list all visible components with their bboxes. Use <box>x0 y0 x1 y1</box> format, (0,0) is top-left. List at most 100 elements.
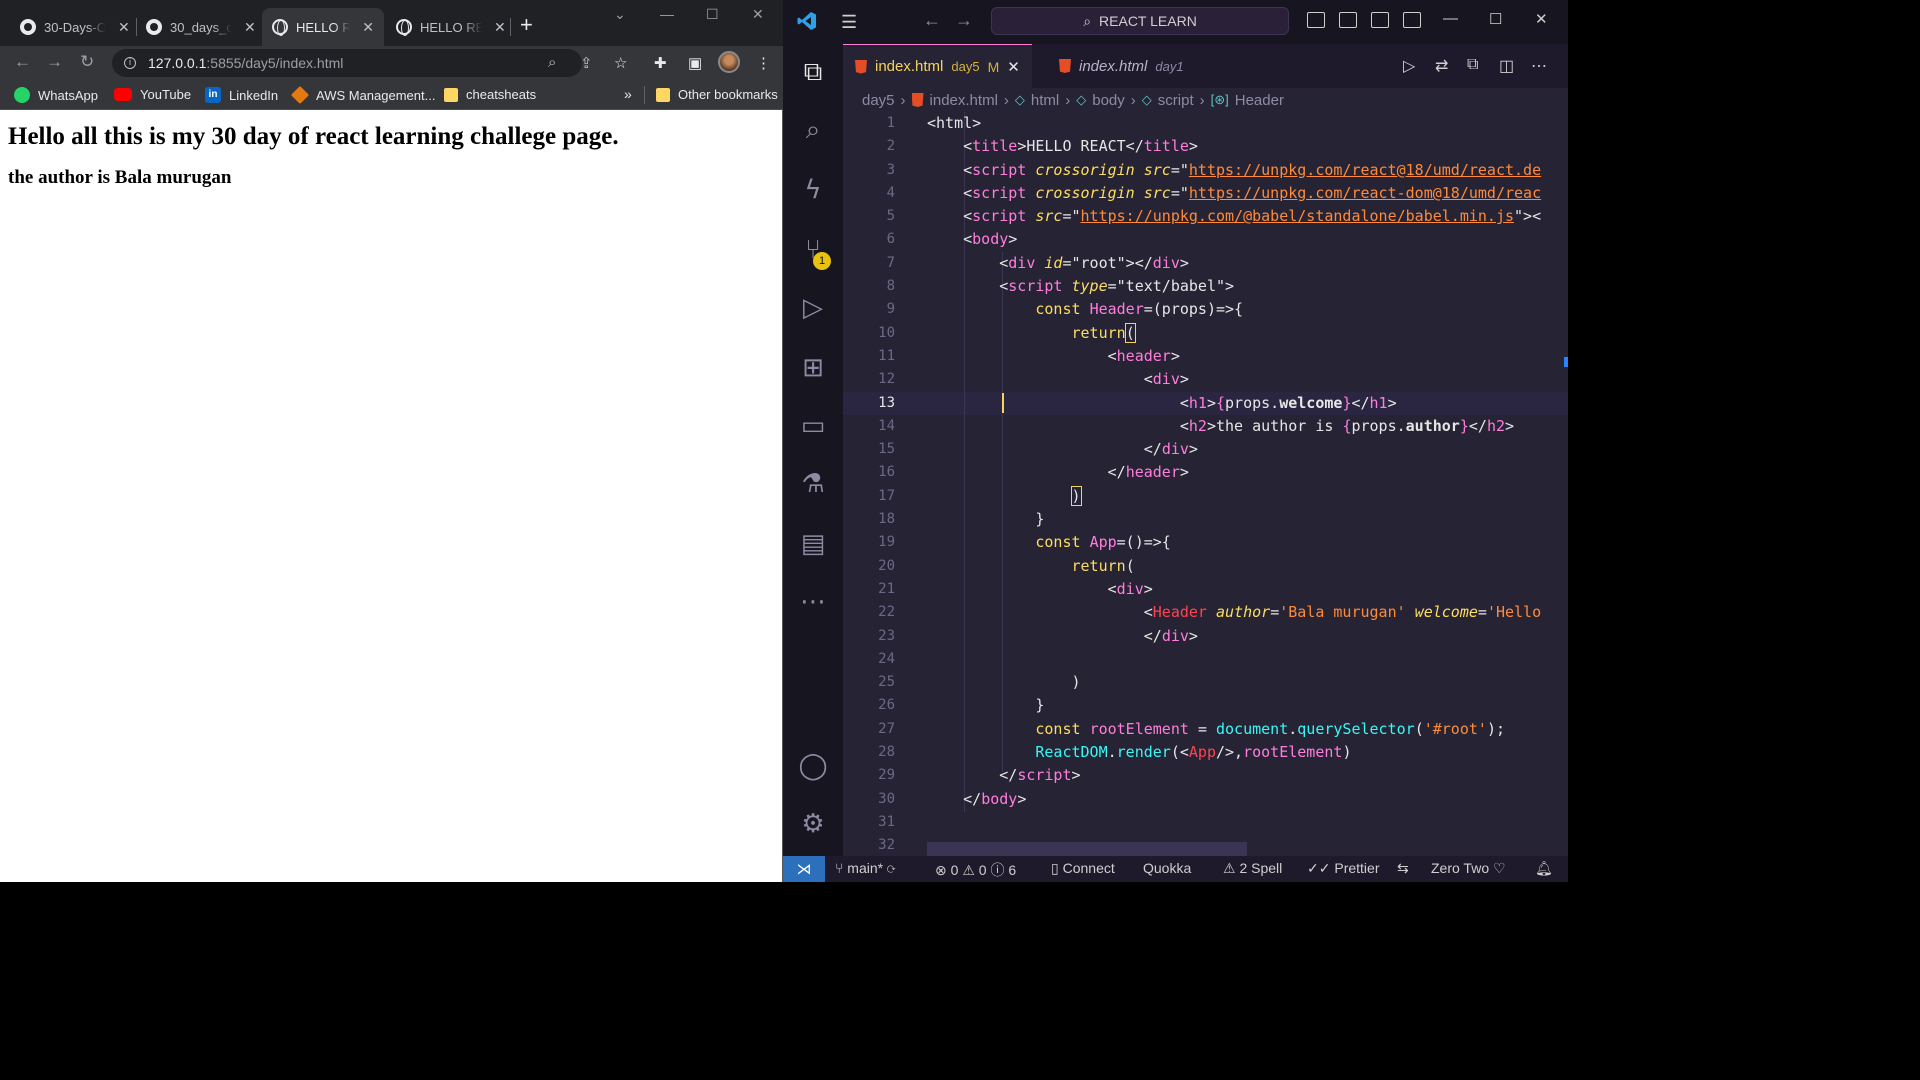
extensions-icon[interactable]: ✚ <box>654 54 667 72</box>
open-preview-icon[interactable]: ⧉ <box>1467 56 1478 74</box>
line-number: 9 <box>886 301 895 318</box>
new-tab-button[interactable]: + <box>520 14 533 36</box>
code-line: </script> <box>999 766 1081 785</box>
live-share-icon[interactable]: ⇆ <box>1397 860 1409 877</box>
info-icon: ⓘ <box>990 862 1005 878</box>
toggle-secondary-sidebar-icon[interactable] <box>1371 12 1389 28</box>
compare-changes-icon[interactable]: ⇄ <box>1435 56 1448 76</box>
remote-indicator-icon[interactable]: ⋊ <box>783 856 825 882</box>
more-actions-icon[interactable]: ⋯ <box>1531 56 1547 76</box>
remote-explorer-icon[interactable]: ▭ <box>797 410 829 442</box>
back-icon[interactable]: ← <box>923 10 941 31</box>
horizontal-scrollbar[interactable] <box>927 842 1247 856</box>
testing-icon[interactable]: ⚗ <box>797 468 829 500</box>
explorer-icon[interactable]: ⧉ <box>797 56 829 88</box>
command-center[interactable]: ⌕ REACT LEARN <box>991 7 1289 35</box>
hamburger-menu-icon[interactable]: ☰ <box>841 12 857 33</box>
search-icon[interactable]: ⌕ <box>797 114 829 146</box>
bookmark-aws[interactable]: AWS Management... <box>290 85 435 105</box>
code-line: } <box>1035 696 1045 715</box>
zoom-icon[interactable]: ⌕ <box>548 54 556 71</box>
folder-icon <box>656 87 670 102</box>
theme-status[interactable]: Zero Two ♡ <box>1431 860 1506 877</box>
breadcrumb-body[interactable]: body <box>1092 92 1125 109</box>
line-number: 27 <box>878 720 895 737</box>
spell-status[interactable]: ⚠ 2 Spell <box>1223 860 1282 877</box>
reload-icon[interactable]: ↻ <box>80 52 94 72</box>
back-icon[interactable]: ← <box>14 52 31 72</box>
close-icon[interactable]: ✕ <box>1007 58 1020 76</box>
run-icon[interactable]: ▷ <box>1403 56 1415 76</box>
tab-filename: index.html <box>1079 57 1148 75</box>
close-window-icon[interactable]: ✕ <box>1535 10 1548 28</box>
whatsapp-icon <box>14 87 30 103</box>
bookmark-cheatsheats[interactable]: cheatsheats <box>444 87 536 102</box>
browser-tabstrip: 30-Days-Of-React ✕ 30_days_of_react ✕ HE… <box>0 0 783 46</box>
maximize-icon[interactable]: ☐ <box>1489 10 1502 28</box>
browser-tab-1[interactable]: 30-Days-Of-React ✕ <box>10 8 140 46</box>
bookmarks-overflow-button[interactable]: » <box>624 86 632 102</box>
bookmark-youtube[interactable]: YouTube <box>114 87 191 102</box>
breadcrumb-file[interactable]: index.html <box>930 92 998 109</box>
toggle-panel-icon[interactable] <box>1339 12 1357 28</box>
minimize-icon[interactable]: — <box>1443 10 1458 27</box>
gear-icon[interactable]: ⚙ <box>797 808 829 840</box>
browser-tab-3-active[interactable]: HELLO REACT ✕ <box>262 8 384 46</box>
minimize-icon[interactable]: — <box>660 6 674 22</box>
tab-index-day5[interactable]: index.html day5 M ✕ <box>843 44 1032 88</box>
html5-icon <box>1059 59 1071 73</box>
bookmark-whatsapp[interactable]: WhatsApp <box>14 87 98 103</box>
breadcrumb-script[interactable]: script <box>1158 92 1194 109</box>
info-icon[interactable]: i <box>124 57 136 69</box>
close-icon[interactable]: ✕ <box>244 19 256 36</box>
split-editor-icon[interactable]: ◫ <box>1499 56 1514 76</box>
accounts-icon[interactable]: ◯ <box>797 750 829 782</box>
code-content[interactable]: <html> <title>HELLO REACT</title> <scrip… <box>927 112 1567 856</box>
maximize-icon[interactable]: ☐ <box>706 6 719 23</box>
code-line: </div> <box>1143 440 1198 459</box>
close-icon[interactable]: ✕ <box>362 19 374 36</box>
symbol-element-icon: ◇ <box>1076 92 1087 107</box>
breadcrumb-html[interactable]: html <box>1031 92 1059 109</box>
lightning-icon[interactable]: ϟ <box>797 174 829 206</box>
tab-search-icon[interactable]: ⌄ <box>614 6 626 23</box>
close-icon[interactable]: ✕ <box>494 19 506 36</box>
problems-indicator[interactable]: ⊗ 0 ⚠ 0 ⓘ 6 <box>935 860 1016 880</box>
prettier-status[interactable]: ✓✓ Prettier <box>1307 860 1379 877</box>
avatar[interactable] <box>718 51 740 73</box>
close-window-icon[interactable]: ✕ <box>752 6 764 23</box>
html5-icon <box>855 59 867 74</box>
run-debug-icon[interactable]: ▷ <box>797 292 829 324</box>
tab-index-day1[interactable]: index.html day1 <box>1047 44 1196 88</box>
branch-indicator[interactable]: ⑂ main* ⟳ <box>835 860 895 876</box>
share-icon[interactable]: ⇪ <box>580 54 593 72</box>
toggle-primary-sidebar-icon[interactable] <box>1307 12 1325 28</box>
browser-tab-4[interactable]: HELLO REACT ✕ <box>386 8 516 46</box>
extensions-icon[interactable]: ⊞ <box>797 352 829 384</box>
forward-icon[interactable]: → <box>955 10 973 31</box>
more-views-icon[interactable]: ⋯ <box>797 586 829 618</box>
browser-tab-2[interactable]: 30_days_of_react ✕ <box>136 8 266 46</box>
close-icon[interactable]: ✕ <box>118 19 130 36</box>
chevron-right-icon: › <box>1130 91 1136 109</box>
more-menu-icon[interactable]: ⋮ <box>756 54 771 72</box>
forward-icon[interactable]: → <box>46 52 63 72</box>
address-bar[interactable]: i 127.0.0.1:5855/day5/index.html ⌕ ⇪ <box>112 49 593 77</box>
url-text: 127.0.0.1:5855/day5/index.html <box>148 55 343 71</box>
bookmark-label: WhatsApp <box>38 87 98 103</box>
youtube-icon <box>114 88 132 101</box>
notifications-bell-icon[interactable]: 🔔︎ <box>1535 860 1553 877</box>
side-panel-icon[interactable]: ▣ <box>688 54 702 72</box>
quokka-status[interactable]: Quokka <box>1143 860 1191 876</box>
bookmark-label: LinkedIn <box>229 87 279 103</box>
bookmark-star-icon[interactable]: ☆ <box>614 54 627 72</box>
notebook-icon[interactable]: ▤ <box>797 528 829 560</box>
breadcrumb-folder[interactable]: day5 <box>862 92 895 109</box>
other-bookmarks-folder[interactable]: Other bookmarks <box>656 87 778 102</box>
bookmark-linkedin[interactable]: in LinkedIn <box>205 87 278 103</box>
aws-icon <box>290 85 310 105</box>
breadcrumb-header[interactable]: Header <box>1235 92 1284 109</box>
connect-status[interactable]: ▯ Connect <box>1051 860 1115 877</box>
code-editor[interactable]: 1 2 3 4 5 6 7 8 9 10 11 12 13 14 15 16 17 18 19 20 21 22 23 24 2… <box>843 112 1568 856</box>
customize-layout-icon[interactable] <box>1403 12 1421 28</box>
